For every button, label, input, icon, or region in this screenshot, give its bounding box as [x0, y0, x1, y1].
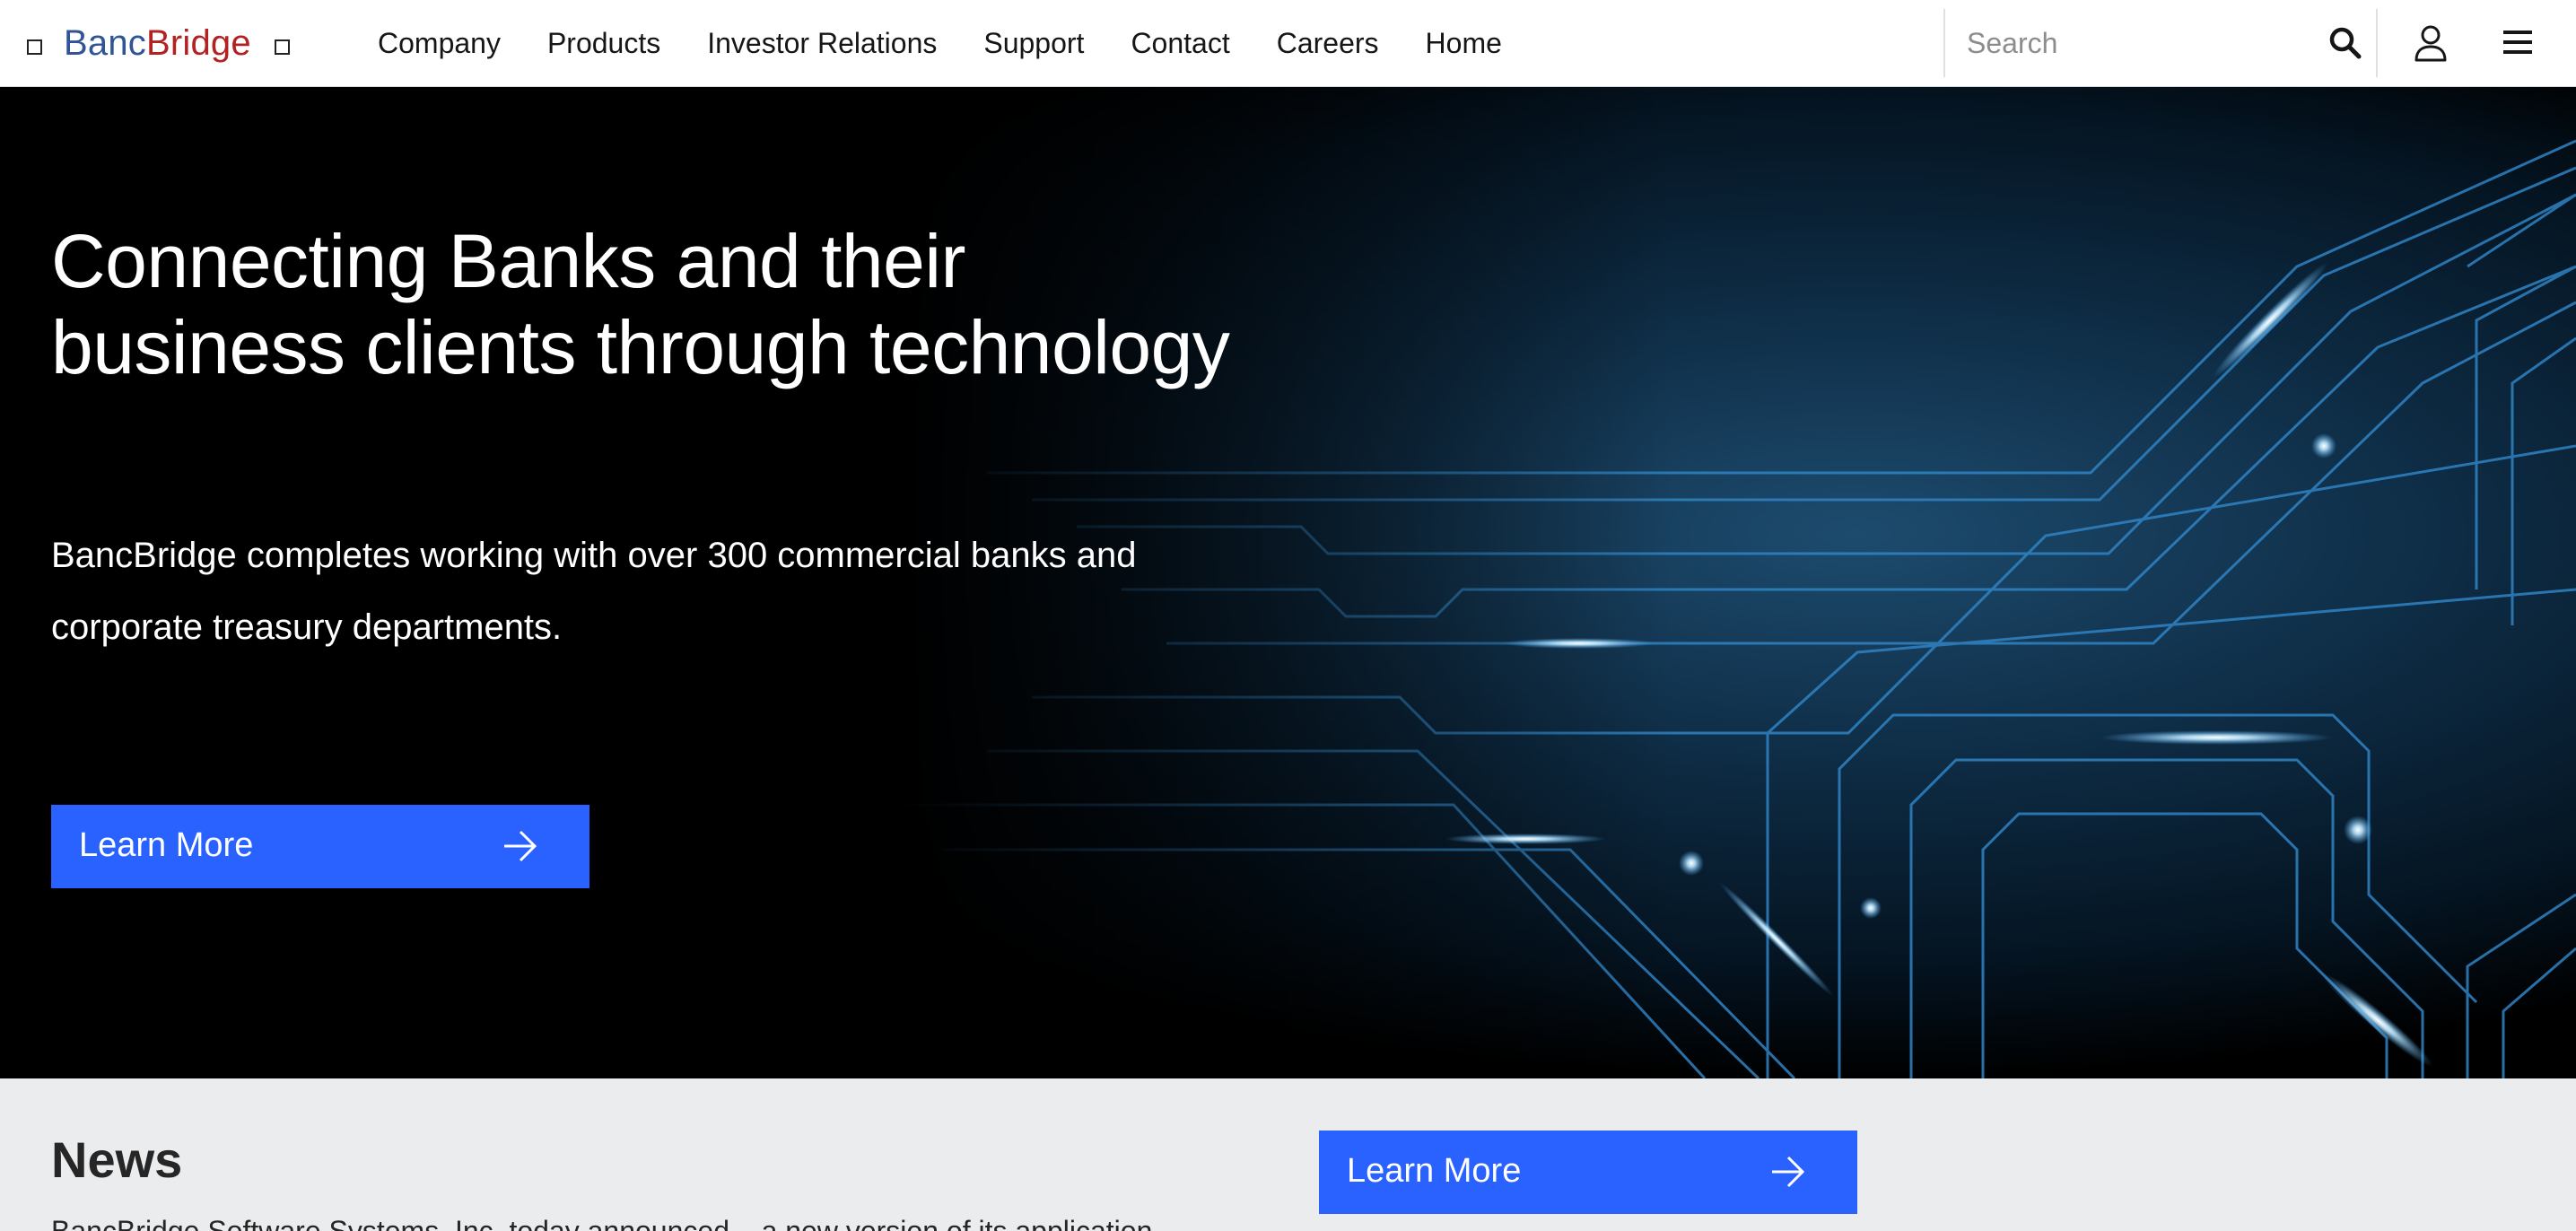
hamburger-menu-icon[interactable]: [2501, 25, 2535, 59]
hero-title: Connecting Banks and their business clie…: [51, 219, 1230, 389]
news-snippet[interactable]: BancBridge Software Systems, Inc. today …: [51, 1215, 1218, 1231]
brand-name-part1: Banc: [64, 23, 146, 63]
nav-item-home[interactable]: Home: [1426, 27, 1502, 60]
logo-left-square-icon: [27, 39, 42, 55]
nav-item-company[interactable]: Company: [378, 27, 501, 60]
nav-item-contact[interactable]: Contact: [1131, 27, 1229, 60]
news-learn-more-button[interactable]: Learn More: [1319, 1131, 1857, 1214]
logo-right-square-icon: [274, 39, 290, 55]
nav-item-support[interactable]: Support: [983, 27, 1084, 60]
brand-name: BancBridge: [64, 20, 251, 66]
brand-name-part2: Bridge: [145, 23, 251, 63]
search-icon[interactable]: [2327, 25, 2363, 61]
nav-item-careers[interactable]: Careers: [1277, 27, 1379, 60]
news-section: News BancBridge Software Systems, Inc. t…: [0, 1078, 2576, 1231]
nav-item-investor-relations[interactable]: Investor Relations: [707, 27, 937, 60]
news-learn-more-label: Learn More: [1347, 1152, 1522, 1190]
main-nav: Company Products Investor Relations Supp…: [378, 22, 1549, 65]
search-input[interactable]: [1965, 22, 2306, 65]
user-icon[interactable]: [2413, 23, 2449, 63]
news-heading: News: [51, 1131, 183, 1188]
hero-learn-more-label: Learn More: [79, 826, 254, 864]
hero-description: BancBridge completes working with over 3…: [51, 536, 1137, 647]
arrow-right-icon: [504, 830, 537, 862]
search-box: [1943, 9, 2378, 77]
nav-item-products[interactable]: Products: [547, 27, 660, 60]
hero-learn-more-button[interactable]: Learn More: [51, 805, 589, 888]
hero-section: Connecting Banks and their business clie…: [0, 87, 2576, 1078]
logo[interactable]: BancBridge: [27, 20, 290, 66]
arrow-right-icon: [1772, 1156, 1805, 1188]
site-header: BancBridge Company Products Investor Rel…: [0, 0, 2576, 87]
